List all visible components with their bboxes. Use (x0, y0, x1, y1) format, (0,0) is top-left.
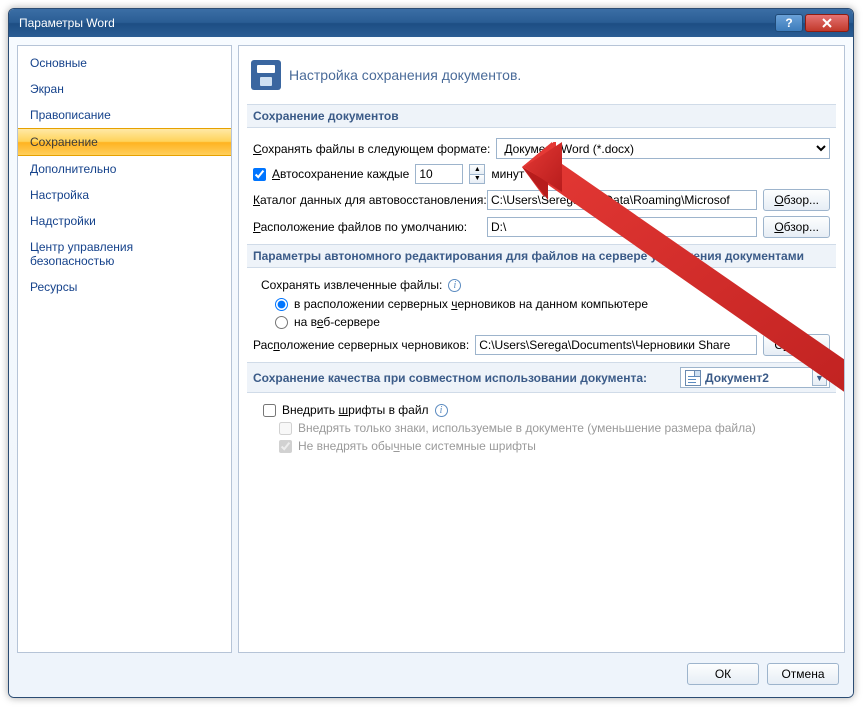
info-icon[interactable]: i (448, 279, 461, 292)
help-button[interactable]: ? (775, 14, 803, 32)
extracted-local-label: в расположении серверных черновиков на д… (294, 297, 648, 311)
chevron-down-icon: ▼ (812, 369, 827, 386)
save-format-select[interactable]: Документ Word (*.docx) (496, 138, 830, 159)
dialog-window: Параметры Word ? Основные Экран Правопис… (8, 8, 854, 698)
embed-fonts-label: Внедрить шрифты в файл (282, 403, 429, 417)
extracted-local-radio[interactable] (275, 298, 288, 311)
group-sharing-title: Сохранение качества при совместном испол… (253, 371, 647, 385)
category-sidebar: Основные Экран Правописание Сохранение Д… (17, 45, 232, 653)
sidebar-item-trust[interactable]: Центр управления безопасностью (18, 234, 231, 274)
autorecover-path-input[interactable] (487, 190, 757, 210)
ok-button[interactable]: ОК (687, 663, 759, 685)
drafts-loc-label: Расположение серверных черновиков: (253, 338, 469, 352)
save-section-icon (251, 60, 281, 90)
autosave-unit: минут (491, 167, 524, 181)
sidebar-item-advanced[interactable]: Дополнительно (18, 156, 231, 182)
cancel-button[interactable]: Отмена (767, 663, 839, 685)
sharing-doc-name: Документ2 (705, 371, 808, 385)
default-loc-browse-button[interactable]: Обзор... (763, 216, 830, 238)
sidebar-item-addins[interactable]: Надстройки (18, 208, 231, 234)
autorecover-label: Каталог данных для автовосстановления: (253, 193, 481, 207)
autosave-minutes-input[interactable] (415, 164, 463, 184)
client-area: Основные Экран Правописание Сохранение Д… (9, 37, 853, 697)
info-icon[interactable]: i (435, 404, 448, 417)
extracted-server-radio[interactable] (275, 316, 288, 329)
sidebar-item-proofing[interactable]: Правописание (18, 102, 231, 128)
titlebar: Параметры Word ? (9, 9, 853, 37)
embed-fonts-checkbox[interactable] (263, 404, 276, 417)
close-button[interactable] (805, 14, 849, 32)
autosave-checkbox[interactable] (253, 168, 266, 181)
sidebar-item-display[interactable]: Экран (18, 76, 231, 102)
document-icon (685, 370, 701, 386)
sidebar-item-save[interactable]: Сохранение (18, 128, 231, 156)
sidebar-item-general[interactable]: Основные (18, 50, 231, 76)
sharing-doc-select[interactable]: Документ2 ▼ (680, 367, 830, 388)
skip-system-fonts-checkbox (279, 440, 292, 453)
settings-panel: Настройка сохранения документов. Сохране… (238, 45, 845, 653)
embed-used-only-checkbox (279, 422, 292, 435)
dialog-footer: ОК Отмена (17, 653, 845, 689)
spinner-down[interactable]: ▼ (470, 175, 484, 184)
skip-system-fonts-label: Не внедрять обычные системные шрифты (298, 439, 536, 453)
spinner-up[interactable]: ▲ (470, 165, 484, 175)
extracted-server-label: на веб-сервере (294, 315, 380, 329)
drafts-browse-button[interactable]: Обзор... (763, 334, 830, 356)
default-loc-label: Расположение файлов по умолчанию: (253, 220, 481, 234)
group-sharing-header: Сохранение качества при совместном испол… (247, 362, 836, 393)
sidebar-item-resources[interactable]: Ресурсы (18, 274, 231, 300)
group-save-docs-header: Сохранение документов (247, 104, 836, 128)
save-extracted-label: Сохранять извлеченные файлы: (261, 278, 442, 292)
save-format-label: Сохранять файлы в следующем формате: (253, 142, 490, 156)
autosave-label: Автосохранение каждые (272, 167, 409, 181)
window-title: Параметры Word (19, 16, 773, 30)
autorecover-browse-button[interactable]: Обзор... (763, 189, 830, 211)
sidebar-item-customize[interactable]: Настройка (18, 182, 231, 208)
drafts-loc-input[interactable] (475, 335, 757, 355)
embed-used-only-label: Внедрять только знаки, используемые в до… (298, 421, 756, 435)
panel-header: Настройка сохранения документов. (289, 67, 521, 83)
group-offline-header: Параметры автономного редактирования для… (247, 244, 836, 268)
default-loc-input[interactable] (487, 217, 757, 237)
